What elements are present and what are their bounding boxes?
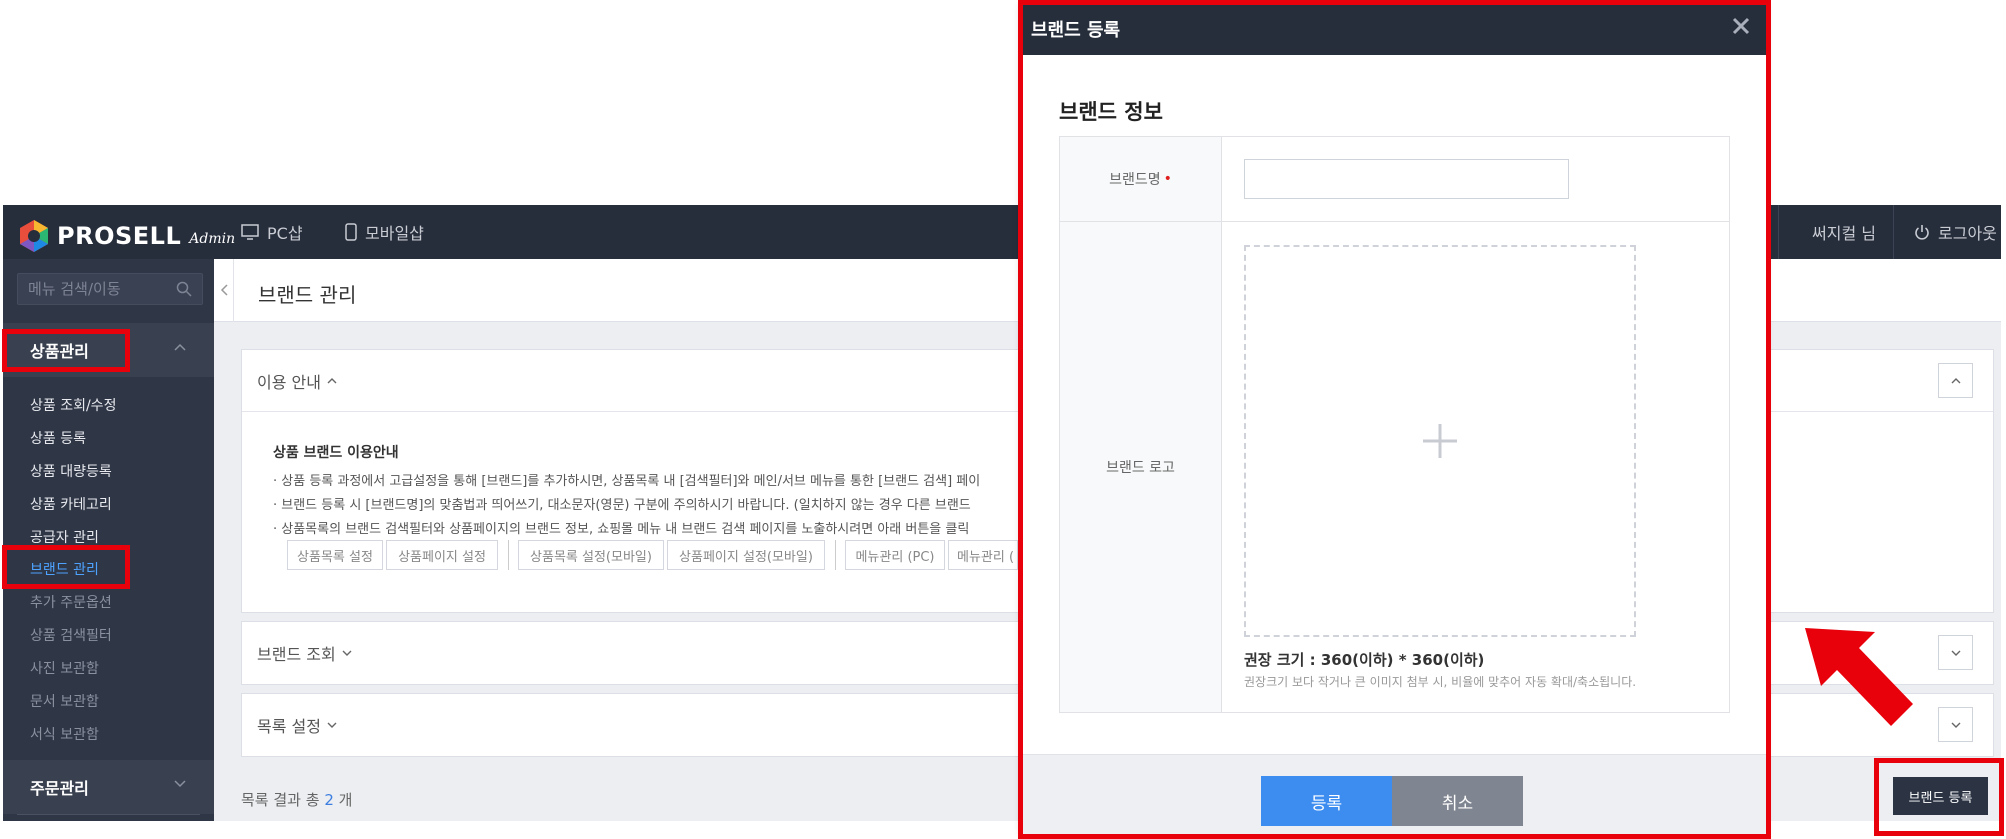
- chevron-down-icon: [1951, 650, 1961, 656]
- collapse-sidebar-button[interactable]: [214, 259, 234, 322]
- sidebar-item-order-options[interactable]: 추가 주문옵션: [30, 592, 112, 612]
- sidebar-item-product-list[interactable]: 상품 조회/수정: [30, 395, 116, 415]
- sidebar-divider: [17, 814, 200, 815]
- chevron-up-icon: [1951, 378, 1961, 384]
- menu-search-box: [17, 273, 203, 305]
- pc-shop-link[interactable]: PC샵: [241, 205, 303, 259]
- logout-label: 로그아웃: [1938, 224, 1997, 243]
- sidebar-item-doc-storage[interactable]: 문서 보관함: [30, 691, 99, 711]
- chevron-left-icon: [220, 284, 228, 296]
- result-number: 2: [324, 791, 334, 809]
- guide-line: · 상품 등록 과정에서 고급설정을 통해 [브랜드]를 추가하시면, 상품목록…: [273, 474, 981, 489]
- highlight-box-register-button: [1874, 758, 2004, 836]
- list-settings-toggle-button[interactable]: [1938, 707, 1973, 742]
- topbar-divider: [1778, 205, 1779, 259]
- highlight-box-modal: [1018, 0, 1771, 839]
- guide-line: · 브랜드 등록 시 [브랜드명]의 맞춤법과 띄어쓰기, 대소문자(영문) 구…: [273, 498, 971, 513]
- logo-text: PROSELL: [57, 222, 182, 250]
- pc-shop-label: PC샵: [267, 224, 303, 243]
- power-icon: [1915, 225, 1929, 240]
- result-count: 목록 결과 총 2 개: [241, 789, 352, 810]
- sidebar-group-order[interactable]: 주문관리: [3, 760, 214, 814]
- chevron-down-icon: [174, 780, 186, 788]
- menu-search-input[interactable]: [18, 274, 168, 304]
- red-arrow-icon: [1805, 628, 1913, 726]
- logout-button[interactable]: 로그아웃: [1914, 205, 1997, 259]
- mobile-icon: [345, 223, 357, 241]
- mobile-shop-label: 모바일샵: [365, 224, 424, 243]
- monitor-icon: [241, 224, 259, 240]
- chevron-down-icon: [1951, 722, 1961, 728]
- chevron-down-icon: [342, 650, 352, 656]
- result-prefix: 목록 결과 총: [241, 791, 320, 809]
- topbar-divider: [1893, 205, 1894, 259]
- button-separator: [835, 540, 836, 570]
- mobile-shop-link[interactable]: 모바일샵: [345, 205, 424, 259]
- button-separator: [508, 540, 509, 570]
- menu-management-mobile-button[interactable]: 메뉴관리 (: [948, 540, 1018, 570]
- logo-subtext: Admin: [189, 231, 236, 247]
- sidebar-item-search-filter[interactable]: 상품 검색필터: [30, 625, 112, 645]
- product-page-settings-button[interactable]: 상품페이지 설정: [386, 540, 498, 570]
- chevron-down-icon: [327, 722, 337, 728]
- product-page-mobile-settings-button[interactable]: 상품페이지 설정(모바일): [667, 540, 825, 570]
- result-suffix: 개: [338, 791, 353, 809]
- product-list-mobile-settings-button[interactable]: 상품목록 설정(모바일): [518, 540, 664, 570]
- sidebar-item-category[interactable]: 상품 카테고리: [30, 494, 112, 514]
- sidebar-item-supplier[interactable]: 공급자 관리: [30, 527, 99, 547]
- sidebar-item-product-register[interactable]: 상품 등록: [30, 428, 86, 448]
- sidebar-item-form-storage[interactable]: 서식 보관함: [30, 724, 99, 744]
- prosell-logo[interactable]: PROSELL Admin: [17, 219, 235, 253]
- guide-line: · 상품목록의 브랜드 검색필터와 상품페이지의 브랜드 정보, 쇼핑몰 메뉴 …: [273, 522, 970, 537]
- chevron-up-icon: [174, 343, 186, 351]
- page-title: 브랜드 관리: [258, 283, 357, 307]
- highlight-box-brand-menu: [2, 545, 130, 589]
- search-icon: [176, 281, 192, 297]
- product-list-settings-button[interactable]: 상품목록 설정: [287, 540, 383, 570]
- guide-header-label: 이용 안내: [257, 372, 321, 392]
- guide-title: 상품 브랜드 이용안내: [273, 445, 399, 461]
- highlight-box-product-menu: [2, 329, 130, 372]
- list-settings-label: 목록 설정: [257, 717, 321, 736]
- sidebar-group-label: 주문관리: [30, 779, 89, 798]
- guide-toggle-button[interactable]: [1938, 363, 1973, 398]
- brand-search-toggle-button[interactable]: [1938, 635, 1973, 670]
- user-name[interactable]: 써지컬 님: [1812, 205, 1876, 259]
- brand-search-label: 브랜드 조회: [257, 645, 336, 664]
- chevron-up-icon: [327, 377, 337, 383]
- sidebar-item-photo-storage[interactable]: 사진 보관함: [30, 658, 99, 678]
- sidebar-item-bulk-register[interactable]: 상품 대량등록: [30, 461, 112, 481]
- prosell-logo-mark-icon: [17, 219, 51, 253]
- menu-management-pc-button[interactable]: 메뉴관리 (PC): [845, 540, 945, 570]
